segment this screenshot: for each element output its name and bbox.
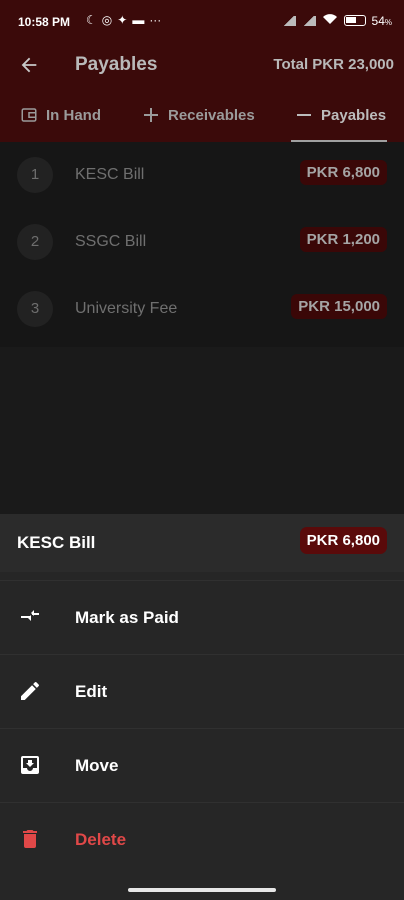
move-to-inbox-icon (18, 753, 42, 777)
wifi-icon (322, 13, 338, 28)
battery-level: 54% (371, 13, 392, 28)
tab-bar: In Hand Receivables Payables (0, 92, 404, 142)
action-label: Move (75, 756, 119, 775)
status-system-icons: 54% (281, 13, 392, 28)
item-amount: PKR 6,800 (299, 160, 387, 185)
minus-icon (295, 106, 313, 124)
scrim[interactable] (0, 347, 404, 514)
app-header: 10:58 PM ☾ ◎ ✦ ▬ ··· 54% Payables Total … (0, 0, 404, 142)
item-name: University Fee (75, 300, 178, 317)
item-amount: PKR 15,000 (291, 294, 387, 319)
tab-label: Payables (321, 106, 387, 124)
pencil-icon (18, 679, 42, 703)
status-time: 10:58 PM (18, 15, 71, 29)
moon-icon: ☾ (86, 13, 97, 27)
item-amount: PKR 1,200 (299, 227, 387, 252)
list-item[interactable]: 2 SSGC Bill PKR 1,200 (0, 209, 404, 276)
payables-list: 1 KESC Bill PKR 6,800 2 SSGC Bill PKR 1,… (0, 142, 404, 347)
trash-icon (18, 827, 42, 851)
tab-receivables[interactable]: Receivables (142, 106, 255, 124)
sheet-header: KESC Bill PKR 6,800 (0, 514, 404, 572)
twitter-icon: ✦ (117, 13, 128, 27)
item-name: KESC Bill (75, 166, 145, 183)
status-notification-icons: ☾ ◎ ✦ ▬ ··· (86, 13, 161, 27)
move-button[interactable]: Move (0, 728, 404, 802)
item-number: 1 (17, 157, 53, 193)
bed-icon: ▬ (132, 13, 145, 27)
back-button[interactable] (18, 54, 42, 78)
list-item[interactable]: 3 University Fee PKR 15,000 (0, 276, 404, 343)
total-amount: Total PKR 23,000 (273, 56, 394, 73)
page-title: Payables (75, 54, 158, 75)
edit-button[interactable]: Edit (0, 654, 404, 728)
tab-in-hand[interactable]: In Hand (20, 106, 101, 124)
action-label: Edit (75, 682, 108, 701)
plus-icon (142, 106, 160, 124)
battery-icon (343, 15, 366, 26)
signal-2-icon (301, 15, 316, 26)
arrow-left-icon (21, 57, 37, 73)
action-label: Delete (75, 830, 127, 849)
app-bar: Payables Total PKR 23,000 (0, 44, 404, 88)
action-label: Mark as Paid (75, 608, 179, 627)
status-bar: 10:58 PM ☾ ◎ ✦ ▬ ··· 54% (0, 0, 404, 44)
tab-label: In Hand (46, 106, 101, 124)
bottom-sheet: KESC Bill PKR 6,800 Mark as Paid Edit Mo… (0, 514, 404, 900)
delete-button[interactable]: Delete (0, 802, 404, 876)
home-indicator[interactable] (128, 888, 276, 892)
swap-arrows-icon (18, 605, 42, 629)
item-number: 3 (17, 291, 53, 327)
sheet-amount-badge: PKR 6,800 (299, 527, 387, 554)
sheet-title: KESC Bill (17, 533, 96, 552)
whatsapp-icon: ◎ (101, 13, 113, 27)
list-item[interactable]: 1 KESC Bill PKR 6,800 (0, 142, 404, 209)
tab-label: Receivables (168, 106, 255, 124)
item-name: SSGC Bill (75, 233, 147, 250)
wallet-icon (20, 106, 38, 124)
signal-icon (281, 15, 296, 26)
item-number: 2 (17, 224, 53, 260)
more-dots-icon: ··· (149, 13, 162, 27)
mark-as-paid-button[interactable]: Mark as Paid (0, 580, 404, 654)
tab-payables[interactable]: Payables (295, 106, 386, 124)
